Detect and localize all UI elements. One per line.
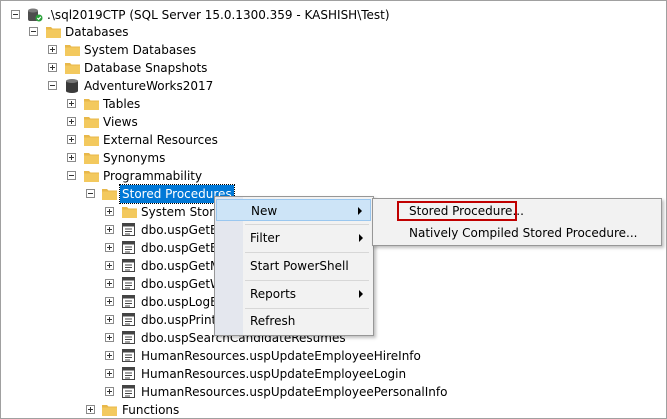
proc-label: dbo.uspGetM	[141, 259, 221, 273]
stored-procedure-icon	[122, 259, 135, 272]
submenu-arrow-icon	[359, 234, 363, 242]
menu-item-label: Start PowerShell	[250, 259, 349, 273]
highlight-box	[397, 201, 517, 221]
stored-procedure-icon	[122, 331, 135, 344]
new-submenu: Stored Procedure... Natively Compiled St…	[372, 198, 662, 246]
expand-icon[interactable]	[105, 297, 114, 306]
menu-item-filter[interactable]: Filter	[216, 227, 371, 249]
object-explorer: .\sql2019CTP (SQL Server 15.0.1300.359 -…	[0, 0, 667, 419]
menu-item-refresh[interactable]: Refresh	[216, 310, 371, 332]
menu-item-label: Refresh	[250, 314, 296, 328]
database-snapshots-label: Database Snapshots	[84, 61, 208, 75]
menu-item-label: New	[251, 204, 278, 218]
proc-label: HumanResources.uspUpdateEmployeeLogin	[141, 367, 407, 381]
folder-icon	[84, 99, 99, 110]
stored-procedure-icon	[122, 277, 135, 290]
folder-icon	[122, 207, 137, 218]
proc-label: dbo.uspLogEr	[141, 295, 223, 309]
folder-icon	[84, 117, 99, 128]
menu-item-reports[interactable]: Reports	[216, 283, 371, 305]
proc-label: HumanResources.uspUpdateEmployeeHireInfo	[141, 349, 421, 363]
system-databases-label: System Databases	[84, 43, 197, 57]
expand-icon[interactable]	[105, 243, 114, 252]
menu-item-start-powershell[interactable]: Start PowerShell	[216, 255, 371, 277]
stored-procedure-icon	[122, 241, 135, 254]
expand-icon[interactable]	[86, 405, 95, 414]
context-menu: New Filter Start PowerShell Reports Refr…	[214, 196, 374, 336]
proc-label: dbo.uspPrintE	[141, 313, 224, 327]
external-resources-label: External Resources	[103, 133, 218, 147]
expand-icon[interactable]	[67, 117, 76, 126]
stored-procedure-icon	[122, 385, 135, 398]
expand-icon[interactable]	[105, 387, 114, 396]
stored-procedure-icon	[122, 295, 135, 308]
folder-icon	[84, 153, 99, 164]
databases-label: Databases	[65, 25, 129, 39]
expand-icon[interactable]	[48, 63, 57, 72]
synonyms-label: Synonyms	[103, 151, 166, 165]
folder-icon	[84, 135, 99, 146]
proc-label: dbo.uspGetW	[141, 277, 222, 291]
expand-icon[interactable]	[67, 99, 76, 108]
stored-procedure-icon	[122, 367, 135, 380]
database-icon	[66, 79, 78, 93]
folder-icon	[84, 171, 99, 182]
expand-icon[interactable]	[67, 135, 76, 144]
menu-item-label: Reports	[250, 287, 297, 301]
collapse-icon[interactable]	[67, 171, 76, 180]
folder-icon	[65, 63, 80, 74]
server-icon	[28, 8, 43, 22]
folder-icon	[46, 27, 61, 38]
submenu-arrow-icon	[359, 290, 363, 298]
folder-icon	[102, 405, 117, 416]
submenu-item-natively-compiled[interactable]: Natively Compiled Stored Procedure...	[409, 222, 638, 244]
proc-label: dbo.uspGetBil	[141, 223, 225, 237]
folder-icon	[102, 189, 117, 200]
stored-procedure-icon	[122, 313, 135, 326]
folder-icon	[65, 45, 80, 56]
tables-label: Tables	[103, 97, 141, 111]
submenu-item-label: Natively Compiled Stored Procedure...	[409, 226, 638, 240]
expand-icon[interactable]	[105, 351, 114, 360]
views-label: Views	[103, 115, 138, 129]
expand-icon[interactable]	[48, 45, 57, 54]
menu-separator	[245, 252, 369, 253]
adventureworks-label: AdventureWorks2017	[84, 79, 214, 93]
stored-procedure-icon	[122, 223, 135, 236]
expand-icon[interactable]	[105, 207, 114, 216]
server-label: .\sql2019CTP (SQL Server 15.0.1300.359 -…	[47, 8, 390, 22]
expand-icon[interactable]	[105, 315, 114, 324]
collapse-icon[interactable]	[29, 27, 38, 36]
expand-icon[interactable]	[105, 333, 114, 342]
menu-separator	[245, 308, 369, 309]
expand-icon[interactable]	[105, 369, 114, 378]
menu-item-label: Filter	[250, 231, 280, 245]
menu-item-new[interactable]: New	[216, 199, 371, 221]
collapse-icon[interactable]	[11, 10, 20, 19]
collapse-icon[interactable]	[48, 81, 57, 90]
submenu-arrow-icon	[358, 207, 362, 215]
programmability-label: Programmability	[103, 169, 203, 183]
menu-separator	[245, 224, 369, 225]
expand-icon[interactable]	[105, 279, 114, 288]
expand-icon[interactable]	[105, 225, 114, 234]
proc-label: HumanResources.uspUpdateEmployeePersonal…	[141, 385, 448, 399]
functions-label: Functions	[122, 403, 180, 417]
stored-procedure-icon	[122, 349, 135, 362]
menu-separator	[245, 280, 369, 281]
expand-icon[interactable]	[105, 261, 114, 270]
expand-icon[interactable]	[67, 153, 76, 162]
collapse-icon[interactable]	[86, 189, 95, 198]
